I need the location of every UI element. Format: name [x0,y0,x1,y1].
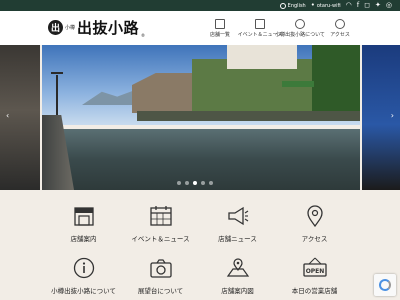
slider-prev-arrow-icon[interactable]: ‹ [6,111,9,120]
wifi-small-icon: • [310,1,315,9]
recaptcha-badge[interactable] [374,274,396,296]
menu-label: 店舗案内 [70,235,97,243]
slide-next-preview[interactable] [362,45,400,190]
language-switch[interactable]: English [279,2,306,9]
menu-label: 展望台について [137,287,184,295]
info-icon [72,257,96,279]
open-sign-icon: OPEN [302,257,327,279]
canal-dock [137,111,360,121]
instagram-icon[interactable]: ◻ [364,1,370,10]
logo-registered: ® [141,33,146,38]
menu-item-observatory[interactable]: 展望台について [122,257,199,297]
menu-label: 本日の営業店舗 [291,287,338,295]
map-pin-icon [303,205,327,227]
globe-icon [279,2,286,9]
wifi-label: otaru-wifi [316,2,341,9]
nav-item-stores[interactable]: 店舗一覧 [200,19,240,38]
wifi-icon[interactable]: ◠ [346,1,352,10]
slider-dot[interactable] [209,181,213,185]
slider-dot[interactable] [177,181,181,185]
street-lamp-head [51,72,63,77]
svg-text:OPEN: OPEN [305,268,324,275]
menu-item-about[interactable]: 小樽出抜小路について [45,257,122,297]
store-icon [215,19,225,29]
logo-text: 出抜小路 [77,19,140,37]
menu-label: イベント＆ニュース [131,235,190,243]
slider-dot[interactable] [201,181,205,185]
top-bar-links: English • otaru-wifi ◠ f ◻ ✦ ◎ [279,1,392,10]
street-lamp [56,75,58,115]
camera-icon [149,257,173,279]
store-icon [72,205,96,227]
site-logo[interactable]: 出 小樽 出抜小路 ® [48,17,145,38]
green-awning [282,81,314,87]
logo-mark: 出 [48,20,63,35]
language-label: English [287,2,306,9]
menu-label: 店舗ニュース [218,235,257,243]
hero-slider[interactable]: ‹ › [0,45,400,190]
menu-item-store-news[interactable]: 店舗ニュース [199,205,276,245]
menu-item-store-guide[interactable]: 店舗案内 [45,205,122,245]
slider-dot[interactable] [185,181,189,185]
menu-label: 店舗案内図 [221,287,254,295]
menu-item-access[interactable]: アクセス [276,205,353,245]
map-pin-icon [335,19,345,29]
logo-small-text: 小樽 [65,25,76,31]
megaphone-icon [226,205,250,227]
info-icon [295,19,305,29]
calendar-icon [255,19,265,29]
map-icon [226,257,250,279]
nav-label: 小樽出抜小路について [275,32,325,38]
slider-next-arrow-icon[interactable]: › [391,111,394,120]
menu-label: アクセス [301,235,328,243]
nav-item-events[interactable]: イベント＆ニュース [238,19,282,38]
recaptcha-icon [379,279,391,291]
menu-item-floor-map[interactable]: 店舗案内図 [199,257,276,297]
nav-item-about[interactable]: 小樽出抜小路について [275,19,325,38]
header-nav: 店舗一覧 イベント＆ニュース 小樽出抜小路について アクセス [200,19,360,38]
twitter-icon[interactable]: ✦ [375,1,381,10]
menu-item-open-today[interactable]: OPEN 本日の営業店舗 [276,257,353,297]
nav-label: 店舗一覧 [209,32,230,38]
menu-item-events[interactable]: イベント＆ニュース [122,205,199,245]
facebook-icon[interactable]: f [357,1,359,10]
site-header: 出 小樽 出抜小路 ® 店舗一覧 イベント＆ニュース 小樽出抜小路について アク… [0,11,400,45]
nav-label: アクセス [330,32,350,38]
main-menu-grid: 店舗案内 イベント＆ニュース 店舗ニュース アクセス 小樽出抜小路について 展望… [45,205,355,297]
tripadvisor-icon[interactable]: ◎ [386,1,392,10]
nav-item-access[interactable]: アクセス [320,19,360,38]
calendar-icon [149,205,173,227]
top-bar: English • otaru-wifi ◠ f ◻ ✦ ◎ [0,0,400,11]
ivy-building [312,45,360,120]
slider-dot[interactable] [193,181,197,185]
menu-label: 小樽出抜小路について [51,287,116,295]
wifi-link[interactable]: • otaru-wifi [311,1,341,10]
slider-dots [177,181,213,185]
slide-current-image [42,45,360,190]
white-building [227,45,297,69]
